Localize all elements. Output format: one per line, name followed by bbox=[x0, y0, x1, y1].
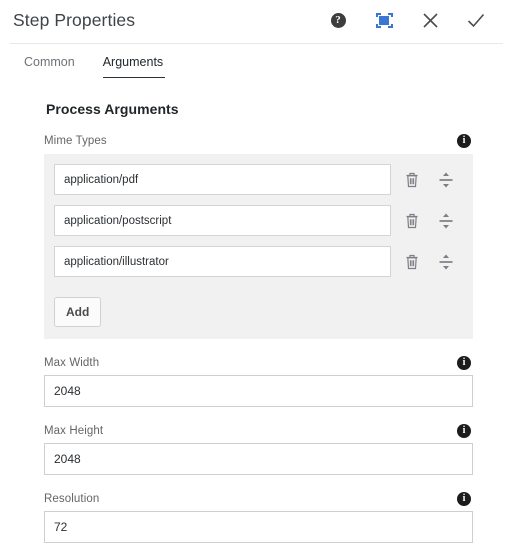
list-item bbox=[44, 205, 473, 236]
tab-arguments[interactable]: Arguments bbox=[89, 55, 177, 78]
trash-icon bbox=[405, 254, 419, 270]
max-width-input[interactable] bbox=[44, 375, 473, 407]
section-title: Process Arguments bbox=[46, 101, 179, 117]
reorder-icon bbox=[438, 171, 454, 189]
delete-button-2[interactable] bbox=[395, 206, 429, 236]
mime-type-input-1[interactable] bbox=[54, 164, 391, 195]
row-actions bbox=[395, 165, 463, 195]
close-button[interactable] bbox=[407, 5, 453, 37]
tab-common[interactable]: Common bbox=[10, 55, 89, 78]
resolution-label: Resolution bbox=[44, 493, 100, 505]
reorder-button-1[interactable] bbox=[429, 165, 463, 195]
tab-arguments-label: Arguments bbox=[102, 55, 164, 69]
mime-type-input-2[interactable] bbox=[54, 205, 391, 236]
maximize-icon bbox=[375, 13, 393, 28]
mime-types-label-row: Mime Types i bbox=[44, 134, 473, 148]
check-icon bbox=[467, 12, 485, 29]
resolution-input[interactable] bbox=[44, 511, 473, 543]
panel-body: Process Arguments Mime Types i applicati… bbox=[0, 101, 513, 543]
info-icon[interactable]: i bbox=[457, 134, 471, 148]
reorder-icon bbox=[438, 253, 454, 271]
trash-icon bbox=[405, 172, 419, 188]
resolution-label-row: Resolution i bbox=[44, 492, 473, 506]
row-actions bbox=[395, 206, 463, 236]
info-icon[interactable]: i bbox=[457, 356, 471, 370]
help-button[interactable]: ? bbox=[315, 5, 361, 37]
reorder-button-3[interactable] bbox=[429, 247, 463, 277]
header-actions: ? bbox=[315, 5, 499, 37]
reorder-button-2[interactable] bbox=[429, 206, 463, 236]
max-width-label-row: Max Width i bbox=[44, 356, 473, 370]
add-row: Add bbox=[44, 287, 473, 327]
delete-button-3[interactable] bbox=[395, 247, 429, 277]
row-actions bbox=[395, 247, 463, 277]
mime-types-label: Mime Types bbox=[44, 135, 107, 147]
step-properties-panel: Step Properties ? Common Arguments Proce… bbox=[0, 0, 513, 560]
info-icon[interactable]: i bbox=[457, 424, 471, 438]
tab-bar: Common Arguments bbox=[0, 41, 513, 78]
header-divider bbox=[10, 43, 503, 44]
list-item bbox=[44, 246, 473, 277]
confirm-button[interactable] bbox=[453, 5, 499, 37]
tab-common-label: Common bbox=[24, 55, 75, 69]
close-icon bbox=[422, 12, 439, 29]
mime-type-input-3[interactable] bbox=[54, 246, 391, 277]
info-icon[interactable]: i bbox=[457, 492, 471, 506]
delete-button-1[interactable] bbox=[395, 165, 429, 195]
help-icon: ? bbox=[330, 13, 346, 28]
list-item bbox=[44, 164, 473, 195]
page-title: Step Properties bbox=[13, 9, 136, 30]
max-height-input[interactable] bbox=[44, 443, 473, 475]
max-height-label-row: Max Height i bbox=[44, 424, 473, 438]
panel-header: Step Properties ? bbox=[0, 0, 513, 41]
reorder-icon bbox=[438, 212, 454, 230]
add-button[interactable]: Add bbox=[54, 297, 102, 327]
max-height-label: Max Height bbox=[44, 425, 104, 437]
trash-icon bbox=[405, 213, 419, 229]
max-width-label: Max Width bbox=[44, 357, 100, 369]
mime-types-list: Add bbox=[44, 154, 473, 339]
maximize-button[interactable] bbox=[361, 5, 407, 37]
